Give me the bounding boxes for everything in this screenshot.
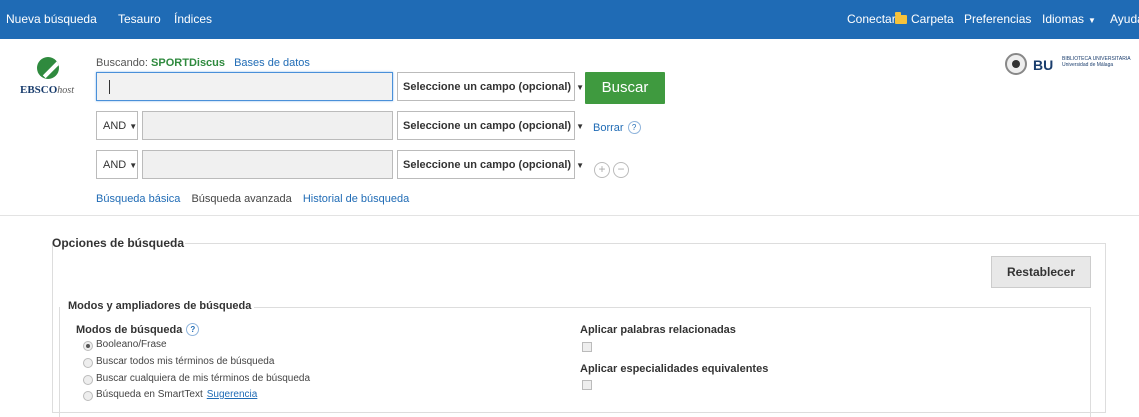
field-select-2[interactable]: Seleccione un campo (opcional) ▼ — [397, 111, 584, 140]
options-title: Opciones de búsqueda — [52, 236, 185, 250]
chevron-down-icon: ▼ — [129, 122, 138, 131]
mode-label-cualquiera: Buscar cualquiera de mis términos de bús… — [96, 373, 311, 384]
mode-radio-smarttext[interactable] — [83, 391, 93, 401]
searching-info: Buscando: SPORTDiscus Bases de datos — [96, 57, 310, 69]
bool-select-2[interactable]: AND ▼ — [96, 111, 138, 140]
nav-idiomas[interactable]: Idiomas ▼ — [1042, 12, 1096, 26]
help-icon[interactable]: ? — [186, 323, 200, 336]
modes-title-line — [254, 307, 1091, 308]
apply-related-label: Aplicar palabras relacionadas — [580, 324, 736, 336]
field-select-3-label: Seleccione un campo (opcional) — [403, 159, 572, 171]
modos-label: Modos de búsqueda? — [76, 323, 200, 336]
nav-carpeta-label: Carpeta — [911, 12, 954, 26]
nav-indices[interactable]: Índices — [174, 12, 212, 26]
mode-radio-todos[interactable] — [83, 358, 93, 368]
nav-preferencias[interactable]: Preferencias — [964, 12, 1031, 26]
mode-label-smarttext: Búsqueda en SmartText — [96, 389, 203, 400]
buscar-button[interactable]: Buscar — [585, 72, 665, 104]
field-select-2-label: Seleccione un campo (opcional) — [403, 120, 572, 132]
mode-radio-boolean[interactable] — [83, 341, 93, 351]
apply-equivalent-checkbox[interactable] — [582, 380, 592, 390]
section-divider — [0, 215, 1139, 216]
mode-smarttext-row: Búsqueda en SmartText Sugerencia — [96, 389, 257, 400]
database-name: SPORTDiscus — [151, 57, 226, 69]
logo-host: host — [57, 85, 74, 96]
searching-label: Buscando: — [96, 57, 148, 69]
options-title-line — [185, 243, 1105, 244]
logo-brand: EBSCO — [20, 84, 58, 96]
sugerencia-link[interactable]: Sugerencia — [207, 389, 258, 400]
ebsco-logo-text: EBSCOhost — [20, 84, 74, 96]
folder-icon — [895, 12, 907, 24]
text-cursor — [109, 80, 110, 94]
bool-select-3[interactable]: AND ▼ — [96, 150, 138, 179]
bool-select-3-label: AND — [103, 159, 127, 171]
modes-section-title: Modos y ampliadores de búsqueda — [68, 300, 252, 312]
library-name: BIBLIOTECA UNIVERSITARIA Universidad de M… — [1062, 56, 1131, 68]
search-input-3[interactable] — [142, 150, 393, 179]
busqueda-avanzada-current: Búsqueda avanzada — [191, 193, 292, 205]
chevron-down-icon: ▼ — [576, 161, 585, 170]
nav-idiomas-label: Idiomas — [1042, 12, 1085, 26]
mode-label-boolean: Booleano/Frase — [96, 339, 167, 350]
search-mode-nav: Búsqueda básica Búsqueda avanzada Histor… — [96, 193, 409, 205]
library-name-line2: Universidad de Málaga — [1062, 62, 1114, 68]
help-icon[interactable]: ? — [627, 121, 641, 134]
chevron-down-icon: ▼ — [129, 161, 138, 170]
bool-select-2-label: AND — [103, 120, 127, 132]
bases-de-datos-link[interactable]: Bases de datos — [234, 57, 310, 69]
nav-carpeta[interactable]: Carpeta — [895, 12, 954, 26]
chevron-down-icon: ▼ — [576, 122, 585, 131]
add-row-icon[interactable]: + — [594, 162, 610, 178]
top-nav-bar: Nueva búsqueda Tesauro Índices Conectar … — [0, 0, 1139, 39]
ebsco-logo-icon — [37, 57, 59, 79]
modos-label-text: Modos de búsqueda — [76, 324, 183, 336]
remove-row-icon[interactable]: − — [613, 162, 629, 178]
field-select-1-label: Seleccione un campo (opcional) — [403, 81, 572, 93]
university-seal-icon — [1005, 53, 1027, 75]
field-select-1[interactable]: Seleccione un campo (opcional) ▼ — [397, 72, 584, 101]
field-select-3[interactable]: Seleccione un campo (opcional) ▼ — [397, 150, 584, 179]
chevron-down-icon: ▼ — [576, 83, 585, 92]
borrar-label: Borrar — [593, 122, 624, 134]
search-input-2[interactable] — [142, 111, 393, 140]
nav-tesauro[interactable]: Tesauro — [118, 12, 161, 26]
nav-nueva-busqueda[interactable]: Nueva búsqueda — [6, 12, 97, 26]
mode-radio-cualquiera[interactable] — [83, 375, 93, 385]
chevron-down-icon: ▼ — [1088, 16, 1096, 25]
mode-label-todos: Buscar todos mis términos de búsqueda — [96, 356, 275, 367]
search-input-1[interactable] — [96, 72, 393, 101]
restablecer-button[interactable]: Restablecer — [991, 256, 1091, 288]
nav-ayuda[interactable]: Ayuda — [1110, 12, 1139, 26]
library-short: BU — [1033, 57, 1054, 73]
historial-link[interactable]: Historial de búsqueda — [303, 193, 409, 205]
busqueda-basica-link[interactable]: Búsqueda básica — [96, 193, 180, 205]
borrar-link[interactable]: Borrar? — [593, 121, 641, 134]
apply-equivalent-label: Aplicar especialidades equivalentes — [580, 363, 769, 375]
apply-related-checkbox[interactable] — [582, 342, 592, 352]
nav-conectar[interactable]: Conectar — [847, 12, 896, 26]
